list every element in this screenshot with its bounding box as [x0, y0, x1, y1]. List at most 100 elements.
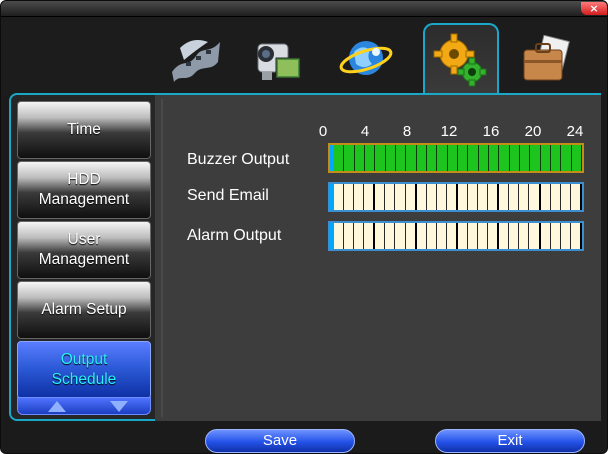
hour-slot[interactable]: [457, 184, 469, 210]
hour-slot[interactable]: [406, 145, 417, 171]
hour-slot[interactable]: [375, 145, 386, 171]
output-schedule-panel: 0 4 8 12 16 20 24 Buzzer Output Send Ema…: [155, 93, 601, 421]
sidebar-item-label: User: [67, 231, 101, 248]
save-button[interactable]: Save: [205, 429, 355, 453]
tab-record[interactable]: [161, 23, 231, 93]
sidebar-item-label: HDD: [67, 171, 101, 188]
hour-slot[interactable]: [436, 184, 447, 210]
hour-slot[interactable]: [509, 223, 520, 249]
hour-slot[interactable]: [426, 223, 437, 249]
hour-slot[interactable]: [540, 223, 551, 249]
sidebar-item-hdd-management[interactable]: HDD Management: [17, 161, 151, 219]
hour-slot[interactable]: [457, 223, 469, 249]
hour-slot[interactable]: [334, 184, 345, 210]
exit-button[interactable]: Exit: [435, 429, 585, 453]
hour-slot[interactable]: [426, 145, 438, 171]
hour-slot[interactable]: [334, 145, 345, 171]
hour-tick: 8: [402, 123, 412, 140]
hour-slot[interactable]: [488, 223, 500, 249]
hour-slot[interactable]: [561, 145, 572, 171]
schedule-area: 0 4 8 12 16 20 24 Buzzer Output Send Ema…: [161, 99, 597, 417]
hour-slot[interactable]: [570, 184, 582, 210]
hour-slot[interactable]: [457, 145, 469, 171]
hour-slot[interactable]: [488, 145, 500, 171]
hour-slot[interactable]: [488, 184, 500, 210]
hour-slot[interactable]: [385, 223, 396, 249]
hour-slot[interactable]: [395, 145, 407, 171]
hour-slot[interactable]: [478, 145, 489, 171]
hour-slot[interactable]: [405, 184, 417, 210]
hour-slot[interactable]: [364, 145, 376, 171]
hour-slot[interactable]: [395, 223, 406, 249]
hour-slot[interactable]: [437, 145, 448, 171]
hour-slot[interactable]: [540, 184, 551, 210]
hour-slot[interactable]: [334, 223, 345, 249]
hour-slot[interactable]: [550, 184, 561, 210]
hour-slot[interactable]: [344, 184, 355, 210]
hour-slot[interactable]: [446, 184, 458, 210]
hour-slot[interactable]: [571, 145, 582, 171]
hour-slot[interactable]: [426, 184, 437, 210]
tab-playback[interactable]: [241, 23, 311, 93]
sidebar-item-time[interactable]: Time: [17, 101, 151, 159]
hour-slot[interactable]: [509, 145, 520, 171]
hour-slot[interactable]: [354, 184, 365, 210]
tab-tools[interactable]: [511, 23, 581, 93]
schedule-bar-buzzer-output[interactable]: [328, 143, 584, 173]
hour-slot[interactable]: [468, 223, 479, 249]
hour-slot[interactable]: [364, 223, 376, 249]
hour-slot[interactable]: [468, 184, 479, 210]
scroll-up-icon[interactable]: [48, 401, 66, 412]
hour-slot[interactable]: [468, 145, 479, 171]
hour-slot[interactable]: [499, 145, 510, 171]
hour-slot[interactable]: [447, 145, 458, 171]
sidebar-item-user-management[interactable]: User Management: [17, 221, 151, 279]
hour-slot[interactable]: [375, 184, 386, 210]
hour-slot[interactable]: [385, 184, 396, 210]
hour-slot[interactable]: [354, 145, 365, 171]
film-reel-icon: [172, 40, 220, 82]
hour-slot[interactable]: [416, 184, 427, 210]
close-button[interactable]: ×: [581, 2, 607, 15]
hour-slot[interactable]: [446, 223, 458, 249]
hour-slot[interactable]: [416, 145, 427, 171]
sidebar-item-label: Management: [38, 191, 130, 208]
hour-slot[interactable]: [344, 223, 355, 249]
sidebar-item-alarm-setup[interactable]: Alarm Setup: [17, 281, 151, 339]
row-label-send-email: Send Email: [187, 187, 269, 204]
tab-settings[interactable]: [423, 23, 499, 97]
hour-slot[interactable]: [519, 184, 530, 210]
hour-slot[interactable]: [529, 184, 541, 210]
hour-slot[interactable]: [550, 145, 562, 171]
hour-slot[interactable]: [509, 184, 520, 210]
scroll-down-icon[interactable]: [110, 401, 128, 412]
hour-slot[interactable]: [354, 223, 365, 249]
schedule-bar-send-email[interactable]: [328, 182, 584, 212]
hour-slot[interactable]: [530, 145, 541, 171]
hour-slot[interactable]: [395, 184, 406, 210]
hour-slot[interactable]: [416, 223, 427, 249]
hour-slot[interactable]: [385, 145, 396, 171]
hour-slot[interactable]: [529, 223, 541, 249]
gears-icon: [433, 33, 487, 87]
title-bar: ×: [1, 1, 607, 17]
schedule-bar-alarm-output[interactable]: [328, 221, 584, 251]
hour-slot[interactable]: [499, 223, 510, 249]
hour-slot[interactable]: [364, 184, 376, 210]
hour-slot[interactable]: [540, 145, 551, 171]
hour-slot[interactable]: [560, 223, 571, 249]
tab-network[interactable]: [331, 23, 401, 93]
hour-slot[interactable]: [499, 184, 510, 210]
hour-slot[interactable]: [405, 223, 417, 249]
hour-slot[interactable]: [519, 223, 530, 249]
hour-slot[interactable]: [560, 184, 571, 210]
hour-slot[interactable]: [344, 145, 355, 171]
hour-slot[interactable]: [478, 223, 489, 249]
sidebar-item-output-schedule[interactable]: Output Schedule: [17, 341, 151, 399]
hour-slot[interactable]: [375, 223, 386, 249]
hour-slot[interactable]: [570, 223, 582, 249]
hour-slot[interactable]: [478, 184, 489, 210]
hour-slot[interactable]: [436, 223, 447, 249]
hour-slot[interactable]: [550, 223, 561, 249]
hour-slot[interactable]: [519, 145, 531, 171]
